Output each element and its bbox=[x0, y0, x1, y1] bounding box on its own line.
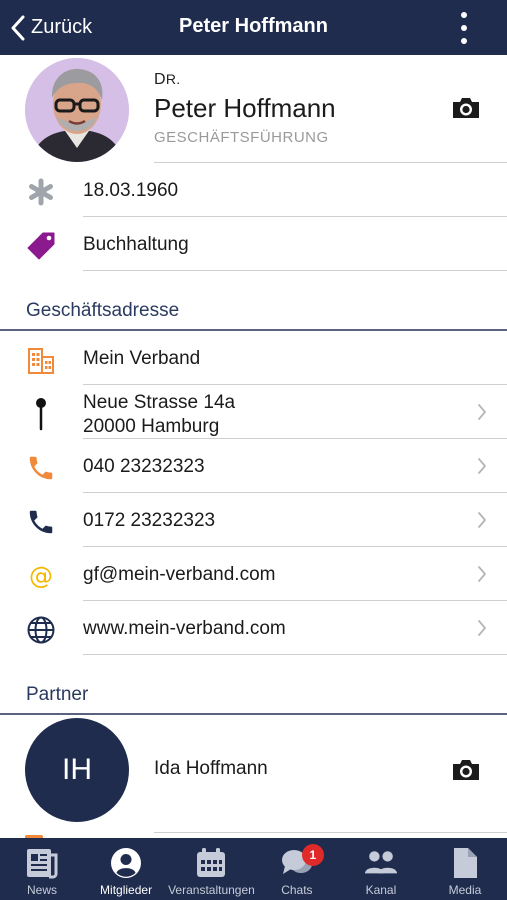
department-row: Buchhaltung bbox=[0, 217, 507, 271]
mobile-phone-icon bbox=[25, 506, 57, 538]
bottom-tab-bar: News Mitglieder Veranstaltungen 1 Chats … bbox=[0, 838, 507, 900]
birthday-value: 18.03.1960 bbox=[83, 180, 179, 201]
phone-icon bbox=[25, 452, 57, 484]
globe-icon bbox=[25, 614, 57, 646]
tab-label: Media bbox=[448, 883, 482, 897]
department-value: Buchhaltung bbox=[83, 234, 189, 255]
tab-media[interactable]: Media bbox=[423, 838, 507, 900]
chevron-right-icon bbox=[477, 511, 487, 529]
member-detail: DR. Peter Hoffmann GESCHÄFTSFÜHRUNG 18.0… bbox=[0, 55, 507, 838]
tab-members[interactable]: Mitglieder bbox=[84, 838, 168, 900]
document-icon bbox=[448, 846, 482, 880]
camera-icon[interactable] bbox=[451, 96, 481, 120]
academic-title: DR. bbox=[154, 71, 181, 88]
tab-label: Chats bbox=[281, 883, 313, 897]
tab-news[interactable]: News bbox=[0, 838, 84, 900]
phone-row[interactable]: 040 23232323 bbox=[0, 439, 507, 493]
mobile-row[interactable]: 0172 23232323 bbox=[0, 493, 507, 547]
back-button[interactable]: Zurück bbox=[10, 14, 92, 41]
phone-value: 040 23232323 bbox=[83, 456, 205, 477]
birthday-row: 18.03.1960 bbox=[0, 163, 507, 217]
partner-card[interactable]: IH Ida Hoffmann bbox=[0, 715, 507, 838]
partner-divider bbox=[154, 832, 507, 833]
chevron-right-icon bbox=[477, 565, 487, 583]
asterisk-icon bbox=[25, 176, 57, 208]
users-icon bbox=[364, 846, 398, 880]
tab-events[interactable]: Veranstaltungen bbox=[168, 838, 255, 900]
tab-label: Kanal bbox=[365, 883, 397, 897]
avatar[interactable] bbox=[25, 58, 129, 162]
app-header: Zurück Peter Hoffmann bbox=[0, 0, 507, 55]
tab-chats[interactable]: 1 Chats bbox=[255, 838, 339, 900]
back-label: Zurück bbox=[31, 16, 93, 38]
address-row[interactable]: Neue Strasse 14a 20000 Hamburg bbox=[0, 385, 507, 439]
svg-text:@: @ bbox=[29, 562, 53, 590]
section-business-address: Geschäftsadresse bbox=[0, 271, 507, 331]
email-row[interactable]: @ gf@mein-verband.com bbox=[0, 547, 507, 601]
address-value: Neue Strasse 14a 20000 Hamburg bbox=[83, 391, 235, 439]
tab-label: News bbox=[27, 883, 58, 897]
website-value: www.mein-verband.com bbox=[83, 618, 286, 639]
calendar-icon bbox=[194, 846, 228, 880]
chevron-right-icon bbox=[477, 457, 487, 475]
website-row[interactable]: www.mein-verband.com bbox=[0, 601, 507, 655]
user-circle-icon bbox=[109, 846, 143, 880]
tab-label: Veranstaltungen bbox=[168, 883, 255, 897]
building-icon bbox=[25, 344, 57, 376]
chevron-left-icon bbox=[11, 15, 25, 40]
member-position: GESCHÄFTSFÜHRUNG bbox=[154, 129, 329, 146]
tab-channel[interactable]: Kanal bbox=[339, 838, 423, 900]
organisation-row: Mein Verband bbox=[0, 331, 507, 385]
map-pin-icon bbox=[25, 398, 57, 431]
section-partner: Partner bbox=[0, 655, 507, 715]
mobile-value: 0172 23232323 bbox=[83, 510, 216, 531]
email-value: gf@mein-verband.com bbox=[83, 564, 276, 585]
organisation-value: Mein Verband bbox=[83, 348, 201, 369]
chevron-right-icon bbox=[477, 403, 487, 421]
tag-icon bbox=[25, 230, 57, 262]
section-title: Geschäftsadresse bbox=[26, 300, 180, 321]
section-title: Partner bbox=[26, 684, 89, 705]
at-icon: @ bbox=[25, 560, 57, 592]
tab-label: Mitglieder bbox=[100, 883, 153, 897]
camera-icon[interactable] bbox=[451, 758, 481, 782]
address-city: 20000 Hamburg bbox=[83, 416, 220, 437]
unread-badge: 1 bbox=[301, 844, 324, 866]
more-vertical-icon[interactable] bbox=[459, 12, 469, 44]
newspaper-icon bbox=[25, 846, 59, 880]
partner-name: Ida Hoffmann bbox=[154, 758, 268, 779]
address-street: Neue Strasse 14a bbox=[83, 392, 236, 413]
profile-header: DR. Peter Hoffmann GESCHÄFTSFÜHRUNG bbox=[0, 55, 507, 163]
partner-avatar: IH bbox=[25, 718, 129, 822]
profile-photo bbox=[25, 58, 129, 162]
member-name: Peter Hoffmann bbox=[154, 93, 336, 123]
chevron-right-icon bbox=[477, 619, 487, 637]
